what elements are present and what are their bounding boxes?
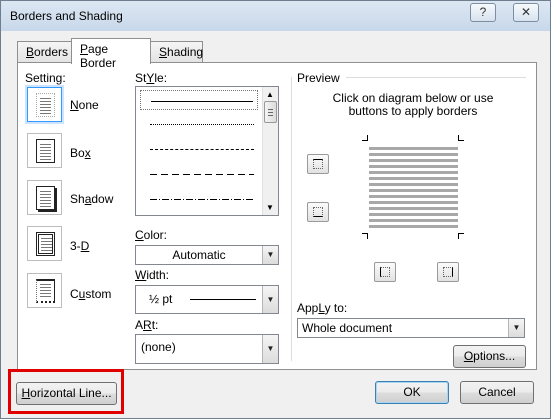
setting-label: Setting: xyxy=(25,71,66,85)
tab-borders[interactable]: Borders xyxy=(17,41,72,63)
preview-label: Preview xyxy=(297,71,340,85)
color-dropdown[interactable]: Automatic ▼ xyxy=(135,245,279,265)
setting-3d-option[interactable] xyxy=(27,226,62,261)
close-icon: ✕ xyxy=(520,5,532,19)
title-bar: Borders and Shading ? ✕ xyxy=(1,1,550,31)
apply-to-value: Whole document xyxy=(302,321,393,335)
preview-hint-line2: buttons to apply borders xyxy=(348,104,478,118)
page-border-panel: Setting: None Box Shadow 3-D Custom StYl… xyxy=(17,62,537,370)
bottom-border-button[interactable] xyxy=(307,202,329,222)
style-dotted-line[interactable] xyxy=(140,114,258,134)
setting-3d-label: 3-D xyxy=(70,239,90,253)
width-label: Width: xyxy=(135,268,170,282)
page-custom-icon xyxy=(36,279,55,303)
setting-shadow-option[interactable] xyxy=(27,180,62,215)
chevron-down-icon[interactable]: ▼ xyxy=(262,286,278,313)
scroll-thumb[interactable] xyxy=(264,101,277,123)
apply-to-label: AppLy to: xyxy=(297,301,348,315)
ok-button[interactable]: OK xyxy=(375,381,449,404)
setting-none-option[interactable] xyxy=(27,87,62,122)
width-dropdown[interactable]: ½ pt ▼ xyxy=(135,285,279,314)
preview-hint-line1: Click on diagram below or use xyxy=(332,91,494,105)
setting-box-option[interactable] xyxy=(27,133,62,168)
left-border-button[interactable] xyxy=(374,262,396,282)
page-box-icon xyxy=(36,139,55,163)
top-border-button[interactable] xyxy=(307,154,329,174)
width-value: ½ pt xyxy=(149,292,173,306)
page-shadow-icon xyxy=(36,186,55,210)
setting-box-label: Box xyxy=(70,146,91,160)
scroll-down-icon[interactable]: ▼ xyxy=(266,203,274,212)
chevron-down-icon[interactable]: ▼ xyxy=(262,335,278,363)
style-dash-dot-line[interactable] xyxy=(140,189,258,209)
page-3d-icon xyxy=(36,232,55,256)
style-scrollbar[interactable]: ▲ ▼ xyxy=(262,87,278,215)
style-label: StYle: xyxy=(135,71,168,85)
chevron-down-icon[interactable]: ▼ xyxy=(262,246,278,264)
preview-divider xyxy=(346,77,526,78)
dialog-title: Borders and Shading xyxy=(10,9,123,23)
help-button[interactable]: ? xyxy=(470,3,496,22)
page-none-icon xyxy=(36,93,55,117)
style-listbox[interactable]: ▲ ▼ xyxy=(135,86,279,216)
setting-custom-label: Custom xyxy=(70,287,112,301)
scroll-up-icon[interactable]: ▲ xyxy=(266,90,274,99)
vertical-divider xyxy=(291,77,292,361)
chevron-down-icon[interactable]: ▼ xyxy=(508,319,524,337)
style-solid-line[interactable] xyxy=(140,90,258,110)
style-dashed-small-line[interactable] xyxy=(140,139,258,159)
setting-custom-option[interactable] xyxy=(27,273,62,308)
tab-page-border[interactable]: Page Border xyxy=(71,38,151,70)
close-button[interactable]: ✕ xyxy=(513,3,539,22)
art-label: ARt: xyxy=(135,318,159,332)
setting-shadow-label: Shadow xyxy=(70,192,114,206)
setting-none-label: None xyxy=(70,98,99,112)
options-button[interactable]: Options... xyxy=(453,345,526,368)
apply-to-dropdown[interactable]: Whole document ▼ xyxy=(297,318,525,338)
right-border-button[interactable] xyxy=(437,262,459,282)
preview-diagram[interactable] xyxy=(356,135,468,245)
art-value: (none) xyxy=(141,340,176,354)
art-dropdown[interactable]: (none) ▼ xyxy=(135,334,279,364)
cancel-button[interactable]: Cancel xyxy=(460,381,534,404)
color-value: Automatic xyxy=(172,248,226,262)
borders-and-shading-dialog: Borders and Shading ? ✕ Borders Page Bor… xyxy=(0,0,551,419)
tab-shading[interactable]: Shading xyxy=(150,41,203,63)
style-dashed-large-line[interactable] xyxy=(140,164,258,184)
help-icon: ? xyxy=(479,5,487,19)
width-line-sample xyxy=(190,299,256,300)
color-label: Color: xyxy=(135,228,168,242)
highlight-box xyxy=(8,369,124,414)
